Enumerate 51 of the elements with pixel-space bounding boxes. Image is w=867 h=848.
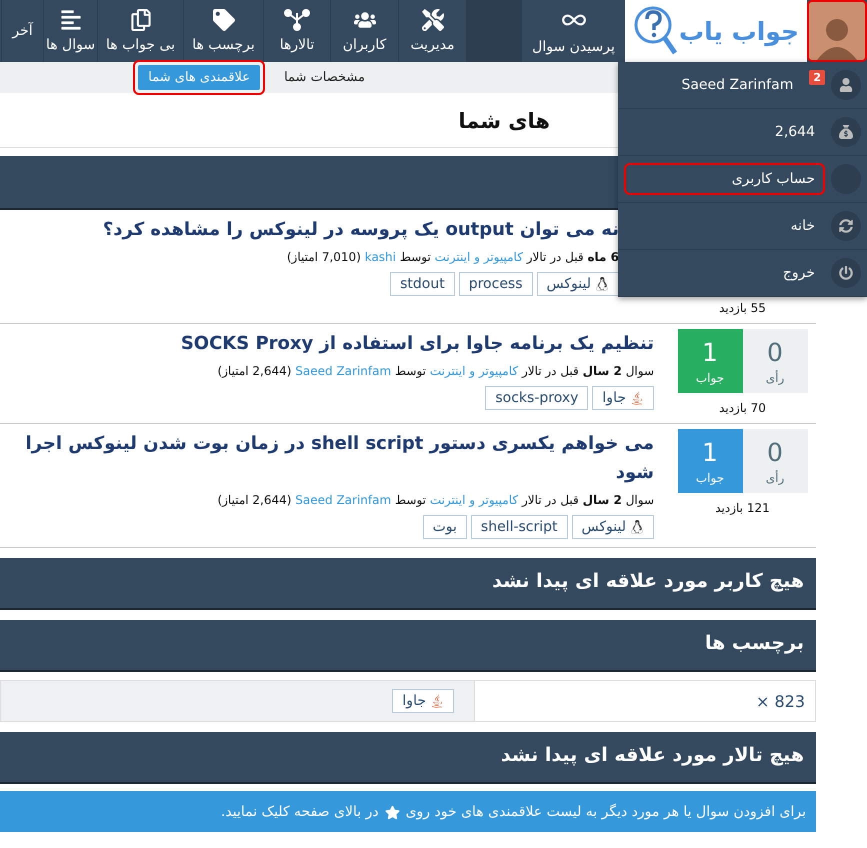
tools-icon — [422, 9, 444, 31]
coffee-cup-icon — [630, 391, 644, 405]
tag-icon — [212, 9, 234, 31]
power-icon — [839, 266, 853, 280]
tag-link[interactable]: stdout — [390, 272, 455, 296]
question-title-link[interactable]: تنظیم یک برنامه جاوا برای استفاده از SOCKS Proxy — [0, 329, 654, 358]
notification-badge: 2 — [809, 70, 825, 85]
network-icon — [284, 9, 310, 31]
menu-label: خانه — [790, 217, 816, 236]
section-heading: هیچ تالار مورد علاقه ای پیدا نشد — [0, 732, 816, 784]
tag-link[interactable]: لینوکس — [572, 515, 654, 539]
tag-link[interactable]: جاوا — [392, 689, 454, 713]
menu-item[interactable]: 2,644 — [618, 109, 867, 156]
menu-item[interactable]: خروج — [618, 250, 867, 297]
penguin-icon — [630, 520, 644, 534]
lines-icon — [60, 9, 82, 31]
section-heading: برچسب ها — [0, 620, 816, 672]
star-icon — [384, 804, 400, 820]
menu-item[interactable]: Saeed Zarinfam 2 — [618, 62, 867, 109]
tag-link[interactable]: جاوا — [592, 386, 654, 410]
tag-link[interactable]: بوت — [422, 515, 467, 539]
avatar-photo[interactable] — [807, 0, 867, 62]
question-title-link[interactable]: نه می توان output یک پروسه در لینوکس را مشاهده کرد؟ — [0, 215, 619, 244]
refresh-icon — [839, 219, 853, 233]
views-count: 70 بازدید — [719, 401, 766, 415]
tag-link[interactable]: process — [458, 272, 533, 296]
money-bag-icon — [839, 125, 853, 139]
question-title-link[interactable]: می خواهم یکسری دستور shell script در زمان بوت شدن لینوکس اجرا شود — [0, 429, 654, 487]
section-heading: هیچ کاربر مورد علاقه ای پیدا نشد — [0, 558, 816, 610]
info-text: برای افزودن سوال یا هر مورد دیگر به لیست علاقمندی های خود روی — [406, 804, 806, 820]
person-silhouette-icon — [817, 16, 857, 60]
menu-label: Saeed Zarinfam — [680, 76, 794, 95]
views-count: 55 بازدید — [719, 301, 766, 315]
user-icon — [839, 78, 853, 92]
menu-label: 2,644 — [774, 123, 816, 142]
menu-label: حساب کاربری — [624, 163, 825, 195]
info-text: در بالای صفحه کلیک نمایید. — [220, 804, 379, 820]
penguin-icon — [595, 277, 609, 291]
menu-label: خروج — [782, 264, 816, 283]
navbar-gap-panel — [466, 0, 521, 62]
subnav-tab[interactable]: مشخصات شما — [269, 60, 380, 95]
views-count: 121 بازدید — [715, 501, 770, 515]
logo-text: جواب یاب — [679, 16, 799, 46]
tag-link[interactable]: لینوکس — [536, 272, 619, 296]
coffee-cup-icon — [430, 694, 444, 708]
menu-item[interactable]: حساب کاربری — [618, 156, 867, 203]
magnifier-question-icon — [633, 5, 678, 57]
tag-link[interactable]: shell-script — [470, 515, 568, 539]
tag-link[interactable]: socks-proxy — [485, 386, 588, 410]
menu-item[interactable]: خانه — [618, 203, 867, 250]
copy-icon — [130, 9, 152, 31]
